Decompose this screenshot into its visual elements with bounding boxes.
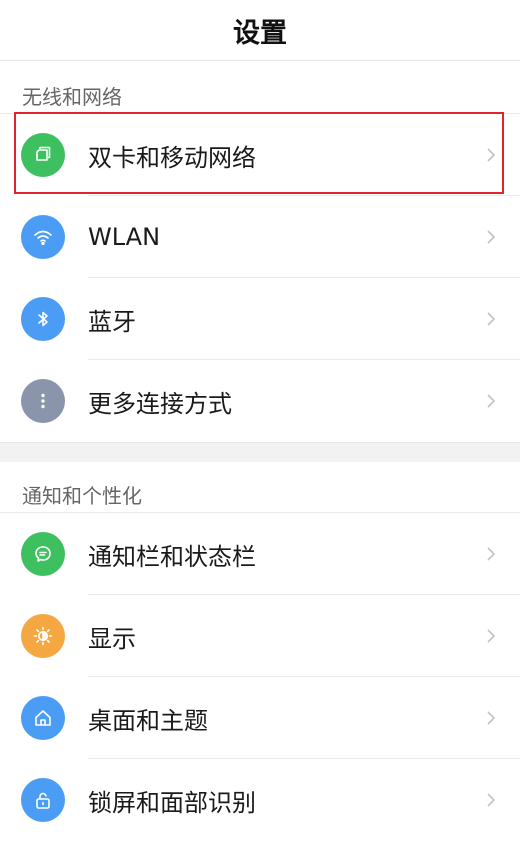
- section-title-network: 无线和网络: [22, 85, 122, 109]
- settings-item-label: 锁屏和面部识别: [88, 788, 256, 817]
- chevron-right-icon: [484, 544, 498, 564]
- bluetooth-icon: [21, 297, 65, 341]
- chevron-right-icon: [484, 391, 498, 411]
- settings-item-bluetooth[interactable]: 蓝牙: [0, 278, 520, 360]
- settings-item-label: 显示: [88, 624, 136, 653]
- section-title-personalization: 通知和个性化: [22, 484, 142, 508]
- settings-item-label: 蓝牙: [88, 307, 136, 336]
- settings-item-lockscreen[interactable]: 锁屏和面部识别: [0, 759, 520, 841]
- settings-item-dual-sim[interactable]: 双卡和移动网络: [0, 114, 520, 196]
- home-icon: [21, 696, 65, 740]
- chevron-right-icon: [484, 626, 498, 646]
- message-icon: [21, 532, 65, 576]
- dual-sim-icon: [21, 133, 65, 177]
- settings-item-label: WLAN: [88, 223, 161, 251]
- settings-item-label: 通知栏和状态栏: [88, 542, 256, 571]
- settings-item-notifications[interactable]: 通知栏和状态栏: [0, 513, 520, 595]
- settings-header: 设置: [0, 0, 520, 61]
- chevron-right-icon: [484, 227, 498, 247]
- more-dots-icon: [21, 379, 65, 423]
- brightness-icon: [21, 614, 65, 658]
- settings-item-desktop-theme[interactable]: 桌面和主题: [0, 677, 520, 759]
- wifi-icon: [21, 215, 65, 259]
- settings-item-label: 桌面和主题: [88, 706, 208, 735]
- settings-item-more-connections[interactable]: 更多连接方式: [0, 360, 520, 442]
- page-title: 设置: [233, 17, 287, 49]
- settings-item-display[interactable]: 显示: [0, 595, 520, 677]
- chevron-right-icon: [484, 708, 498, 728]
- chevron-right-icon: [484, 790, 498, 810]
- chevron-right-icon: [484, 145, 498, 165]
- chevron-right-icon: [484, 309, 498, 329]
- settings-item-label: 更多连接方式: [88, 389, 232, 418]
- settings-item-label: 双卡和移动网络: [88, 143, 256, 172]
- lock-icon: [21, 778, 65, 822]
- settings-item-wlan[interactable]: WLAN: [0, 196, 520, 278]
- section-divider: [0, 442, 520, 462]
